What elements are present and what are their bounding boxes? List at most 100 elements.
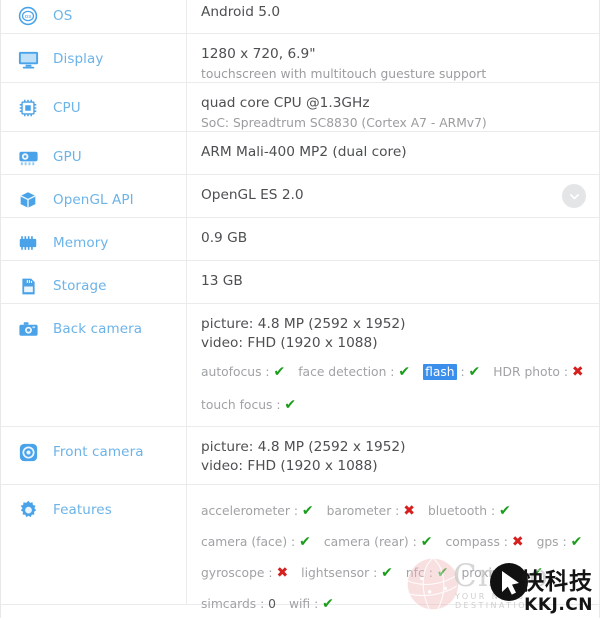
spec-row-label: Display <box>53 51 104 67</box>
spec-row-label-cell: Back camera <box>1 304 187 426</box>
spec-row-value-cell: picture: 4.8 MP (2592 x 1952) video: FHD… <box>187 427 599 484</box>
spec-row-label-cell: OpenGL API <box>1 175 187 217</box>
spec-row-value-cell: quad core CPU @1.3GHz SoC: Spreadtrum SC… <box>187 83 599 131</box>
spec-value-secondary: SoC: Spreadtrum SC8830 (Cortex A7 - ARMv… <box>201 116 487 130</box>
spec-row-opengl-api[interactable]: OpenGL API OpenGL ES 2.0 <box>1 175 599 218</box>
monitor-icon <box>15 46 41 72</box>
check-icon: ✔ <box>273 364 286 380</box>
check-icon: ✔ <box>381 565 393 581</box>
feature-flag-value: 0 <box>268 597 276 611</box>
spec-value-primary: 1280 x 720, 6.9" <box>201 46 316 62</box>
feature-flag: barometer : ✖ <box>326 503 415 519</box>
feature-flag-label: proximity <box>461 566 520 580</box>
spec-row-value-cell: Android 5.0 <box>187 0 599 33</box>
spec-row-value-cell: 13 GB <box>187 261 599 303</box>
spec-row-label-cell: Features <box>1 485 187 604</box>
feature-flag-label: bluetooth <box>427 504 488 518</box>
spec-row-memory[interactable]: Memory 0.9 GB <box>1 218 599 261</box>
svg-text:os: os <box>25 14 31 20</box>
cross-icon: ✖ <box>403 503 415 519</box>
features-flags-line-1: accelerometer : ✔ barometer : ✖ bluetooth … <box>201 496 595 527</box>
back-camera-flags-line-2: touch focus : ✔ <box>201 393 597 417</box>
check-icon: ✔ <box>322 596 334 612</box>
spec-value-secondary: touchscreen with multitouch guesture sup… <box>201 67 487 81</box>
spec-row-label: Memory <box>53 235 109 251</box>
spec-row-front-camera[interactable]: Front camera picture: 4.8 MP (2592 x 195… <box>1 427 599 485</box>
features-flags-line-3: gyroscope : ✖ lightsensor : ✔ nfc : ✔ proxi… <box>201 558 595 589</box>
sd-card-icon <box>15 273 41 299</box>
front-camera-icon <box>15 439 41 465</box>
graphics-card-icon <box>15 144 41 170</box>
feature-flag: lightsensor : ✔ <box>301 565 393 581</box>
feature-flag: nfc : ✔ <box>405 565 449 581</box>
spec-row-label-cell: CPU <box>1 83 187 131</box>
spec-row-label: OS <box>53 8 73 24</box>
feature-flag-label: lightsensor <box>301 566 370 580</box>
feature-flag: camera (rear) : ✔ <box>323 534 433 550</box>
cross-icon: ✖ <box>511 534 524 550</box>
feature-flag-label: camera (face) <box>201 535 288 549</box>
feature-flag: touch focus : ✔ <box>201 397 297 413</box>
spec-value-primary: 0.9 GB <box>201 230 248 246</box>
feature-flag-label: barometer <box>326 504 392 518</box>
spec-row-value-cell: 0.9 GB <box>187 218 599 260</box>
feature-flag-label: gps <box>536 535 559 549</box>
feature-flag: wifi : ✔ <box>288 596 334 612</box>
memory-chip-icon <box>15 230 41 256</box>
spec-row-storage[interactable]: Storage 13 GB <box>1 261 599 304</box>
spec-value-primary: picture: 4.8 MP (2592 x 1952) <box>201 316 406 332</box>
spec-row-label-cell: Memory <box>1 218 187 260</box>
spec-row-label: Back camera <box>53 321 143 337</box>
spec-row-label: Front camera <box>53 444 144 460</box>
spec-row-os[interactable]: os OS Android 5.0 <box>1 0 599 34</box>
chevron-down-icon[interactable] <box>562 184 586 208</box>
feature-flag-label: wifi <box>288 597 311 611</box>
spec-row-value-cell: accelerometer : ✔ barometer : ✖ bluetooth … <box>187 485 600 612</box>
feature-flag: flash : ✔ <box>423 364 481 380</box>
spec-row-cpu[interactable]: CPU quad core CPU @1.3GHz SoC: Spreadtru… <box>1 83 599 132</box>
check-icon: ✔ <box>436 565 449 581</box>
feature-flag: autofocus : ✔ <box>201 364 286 380</box>
spec-row-label: Features <box>53 502 112 518</box>
feature-flag: proximity : ✔ <box>461 565 544 581</box>
os-badge-icon: os <box>15 3 41 29</box>
feature-flag-label: HDR photo <box>493 365 560 379</box>
spec-value-secondary: video: FHD (1920 x 1088) <box>201 335 378 351</box>
feature-flag-label: face detection <box>298 365 387 379</box>
check-icon: ✔ <box>284 397 297 413</box>
spec-row-value-cell: 1280 x 720, 6.9" touchscreen with multit… <box>187 34 599 82</box>
spec-row-back-camera[interactable]: Back camera picture: 4.8 MP (2592 x 1952… <box>1 304 599 427</box>
spec-row-value-cell: picture: 4.8 MP (2592 x 1952) video: FHD… <box>187 304 600 426</box>
check-icon: ✔ <box>398 364 411 380</box>
feature-flag-label: simcards <box>201 597 257 611</box>
cross-icon: ✖ <box>571 364 584 380</box>
spec-row-label-cell: Display <box>1 34 187 82</box>
spec-row-display[interactable]: Display 1280 x 720, 6.9" touchscreen wit… <box>1 34 599 83</box>
feature-flag: camera (face) : ✔ <box>201 534 311 550</box>
spec-value-primary: picture: 4.8 MP (2592 x 1952) <box>201 439 406 455</box>
feature-flag-label: autofocus <box>201 365 262 379</box>
check-icon: ✔ <box>299 534 311 550</box>
feature-flag: bluetooth : ✔ <box>427 503 511 519</box>
spec-row-label: GPU <box>53 149 82 165</box>
cpu-chip-icon <box>15 95 41 121</box>
check-icon: ✔ <box>468 364 481 380</box>
gear-icon <box>15 497 41 523</box>
cube-icon <box>15 187 41 213</box>
spec-value-primary: Android 5.0 <box>201 4 281 20</box>
feature-flag-label: compass <box>445 535 500 549</box>
features-flags-line-4: simcards : 0 wifi : ✔ <box>201 589 595 620</box>
cross-icon: ✖ <box>276 565 289 581</box>
spec-row-gpu[interactable]: GPU ARM Mali-400 MP2 (dual core) <box>1 132 599 175</box>
spec-row-label: CPU <box>53 100 81 116</box>
feature-flag-label: nfc <box>405 566 425 580</box>
check-icon: ✔ <box>499 503 511 519</box>
spec-value-secondary: video: FHD (1920 x 1088) <box>201 458 378 474</box>
spec-row-value-cell: ARM Mali-400 MP2 (dual core) <box>187 132 599 174</box>
feature-flag-label: gyroscope <box>201 566 265 580</box>
feature-flag: HDR photo : ✖ <box>493 364 584 380</box>
spec-row-features[interactable]: Features accelerometer : ✔ barometer : ✖ b… <box>1 485 600 612</box>
back-camera-flags-line-1: autofocus : ✔ face detection : ✔ flash : ✔… <box>201 360 597 384</box>
feature-flag: simcards : 0 <box>201 597 276 611</box>
